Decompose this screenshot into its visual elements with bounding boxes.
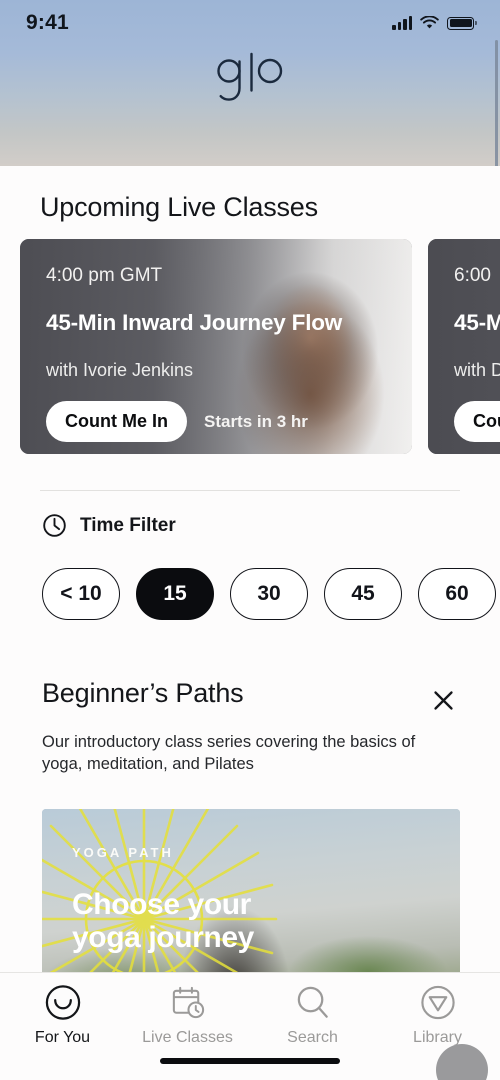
beginners-paths-section: Beginner’s Paths Our introductory class … <box>0 620 500 776</box>
class-title: 45-Min Inward Journey Flow <box>46 310 343 335</box>
wifi-icon <box>420 16 439 29</box>
yoga-path-eyebrow: YOGA PATH <box>72 844 174 860</box>
yoga-path-headline-line1: Choose your <box>72 887 251 921</box>
class-title: 45-M <box>454 310 500 335</box>
time-filter-option-15[interactable]: 15 <box>136 568 214 620</box>
beginners-paths-title: Beginner’s Paths <box>42 678 244 708</box>
tab-library[interactable]: Library <box>375 983 500 1047</box>
cellular-signal-icon <box>392 16 412 30</box>
yoga-path-headline: Choose your yoga journey <box>72 888 254 954</box>
time-filter-option-45[interactable]: 45 <box>324 568 402 620</box>
card-actions: Count Me In Starts in 3 hr <box>46 401 412 442</box>
card-actions: Cou <box>454 401 500 442</box>
time-filter-option-lt10[interactable]: < 10 <box>42 568 120 620</box>
calendar-clock-icon <box>172 986 204 1019</box>
floating-action-button[interactable] <box>436 1044 488 1080</box>
tab-list: For You Live Classes Search Library <box>0 973 500 1047</box>
time-filter-option-60[interactable]: 60 <box>418 568 496 620</box>
status-bar-time: 9:41 <box>26 11 69 34</box>
time-filter-option-30[interactable]: 30 <box>230 568 308 620</box>
glo-logo <box>0 52 500 113</box>
status-bar: 9:41 <box>0 0 500 46</box>
tab-label-for-you: For You <box>34 1029 91 1046</box>
clock-icon <box>43 514 66 537</box>
tab-search[interactable]: Search <box>250 983 375 1047</box>
tab-label-search: Search <box>287 1029 338 1046</box>
time-filter-header: Time Filter <box>0 491 500 538</box>
class-instructor: with Ivorie Jenkins <box>46 360 194 380</box>
card-body: 6:00 45-M with D Cou <box>428 239 500 454</box>
class-time: 4:00 pm GMT <box>46 265 163 286</box>
live-class-card[interactable]: 6:00 45-M with D Cou <box>428 239 500 454</box>
battery-icon <box>447 16 477 30</box>
app-header: 9:41 <box>0 0 500 280</box>
main-content: Upcoming Live Classes 4:00 pm GMT 45-Min… <box>0 166 500 994</box>
tab-label-live-classes: Live Classes <box>142 1029 233 1046</box>
live-class-card[interactable]: 4:00 pm GMT 45-Min Inward Journey Flow w… <box>20 239 412 454</box>
class-instructor: with D <box>454 360 500 380</box>
card-body: 4:00 pm GMT 45-Min Inward Journey Flow w… <box>20 239 412 454</box>
class-time: 6:00 <box>454 265 491 286</box>
beginners-paths-subtitle: Our introductory class series covering t… <box>42 733 416 773</box>
home-indicator <box>160 1058 340 1064</box>
app-screen: 9:41 Upcoming Live Classes 4:00 pm GMT 4… <box>0 0 500 1080</box>
yoga-path-text: YOGA PATH Choose your yoga journey <box>72 845 254 954</box>
tab-live-classes[interactable]: Live Classes <box>125 983 250 1047</box>
tab-for-you[interactable]: For You <box>0 983 125 1047</box>
yoga-path-headline-line2: yoga journey <box>72 920 254 954</box>
bottom-tab-bar: For You Live Classes Search Library <box>0 972 500 1080</box>
status-bar-icons <box>392 16 477 30</box>
smiley-face-icon <box>45 985 80 1020</box>
live-classes-carousel[interactable]: 4:00 pm GMT 45-Min Inward Journey Flow w… <box>0 239 500 454</box>
class-starts-in: Starts in 3 hr <box>203 411 308 431</box>
time-filter-options: < 10 15 30 45 60 <box>0 538 500 620</box>
close-button[interactable] <box>427 684 460 720</box>
count-me-in-button[interactable]: Count Me In <box>46 401 187 442</box>
beginners-paths-header: Beginner’s Paths <box>42 678 460 720</box>
time-filter-label: Time Filter <box>80 514 176 536</box>
close-icon <box>434 691 453 710</box>
search-icon <box>297 986 328 1018</box>
triangle-circle-icon <box>420 985 455 1020</box>
page-title: Upcoming Live Classes <box>40 192 318 222</box>
yoga-path-card[interactable]: YOGA PATH Choose your yoga journey <box>42 808 460 994</box>
count-me-in-button[interactable]: Cou <box>454 401 500 442</box>
